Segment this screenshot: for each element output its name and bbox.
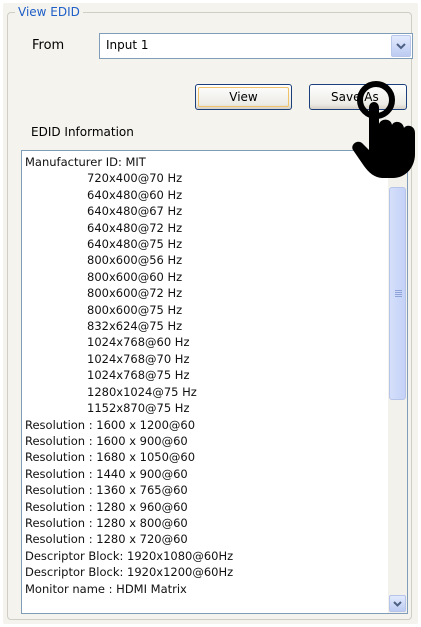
edid-line: Resolution : 1600 x 900@60 (25, 433, 188, 448)
scroll-down-button[interactable] (389, 595, 406, 612)
scroll-thumb[interactable] (389, 187, 406, 400)
edid-line: Resolution : 1280 x 720@60 (25, 532, 188, 547)
edid-line: Descriptor Block: 1920x1080@60Hz (25, 548, 234, 563)
edid-line: 800x600@75 Hz (87, 302, 183, 317)
edid-line: 1024x768@60 Hz (87, 335, 190, 350)
chevron-down-icon (393, 600, 402, 607)
edid-line: 640x480@72 Hz (87, 220, 183, 235)
edid-line: 640x480@67 Hz (87, 204, 183, 219)
edid-line: 640x480@60 Hz (87, 187, 183, 202)
hand-pointer-icon (352, 81, 415, 178)
chevron-down-icon[interactable] (391, 35, 411, 57)
edid-line: Resolution : 1600 x 1200@60 (25, 417, 196, 432)
edid-line: 800x600@72 Hz (87, 286, 183, 301)
edid-line: Resolution : 1440 x 900@60 (25, 466, 188, 481)
edid-line: Descriptor Block: 1920x1200@60Hz (25, 565, 234, 580)
edid-line: Resolution : 1360 x 765@60 (25, 483, 188, 498)
edid-line: 1024x768@70 Hz (87, 351, 190, 366)
edid-line: 720x400@70 Hz (87, 171, 183, 186)
edid-line: Manufacturer ID: MIT (25, 155, 146, 169)
edid-line: 640x480@75 Hz (87, 237, 183, 252)
edid-line: Resolution : 1680 x 1050@60 (25, 450, 196, 465)
edid-info-text: Manufacturer ID: MIT 720x400@70 Hz 640x480… (25, 154, 385, 597)
vertical-scrollbar[interactable] (388, 151, 407, 613)
input-select[interactable]: Input 1 (99, 33, 413, 59)
edid-information-label: EDID Information (31, 125, 134, 139)
edid-line: 1024x768@75 Hz (87, 368, 190, 383)
edid-line: 1152x870@75 Hz (87, 401, 190, 416)
from-label: From (32, 38, 65, 53)
selected-input: Input 1 (106, 38, 149, 52)
group-title: View EDID (15, 4, 83, 20)
edid-line: 832x624@75 Hz (87, 319, 183, 334)
edid-line: 1280x1024@75 Hz (87, 384, 197, 399)
edid-line: Resolution : 1280 x 960@60 (25, 499, 188, 514)
edid-line: 800x600@56 Hz (87, 253, 183, 268)
edid-info-listbox[interactable]: Manufacturer ID: MIT 720x400@70 Hz 640x480… (21, 150, 408, 614)
view-button[interactable]: View (195, 84, 292, 110)
edid-line: 800x600@60 Hz (87, 269, 183, 284)
edid-line: Resolution : 1280 x 800@60 (25, 515, 188, 530)
edid-line: Monitor name : HDMI Matrix (25, 581, 187, 596)
